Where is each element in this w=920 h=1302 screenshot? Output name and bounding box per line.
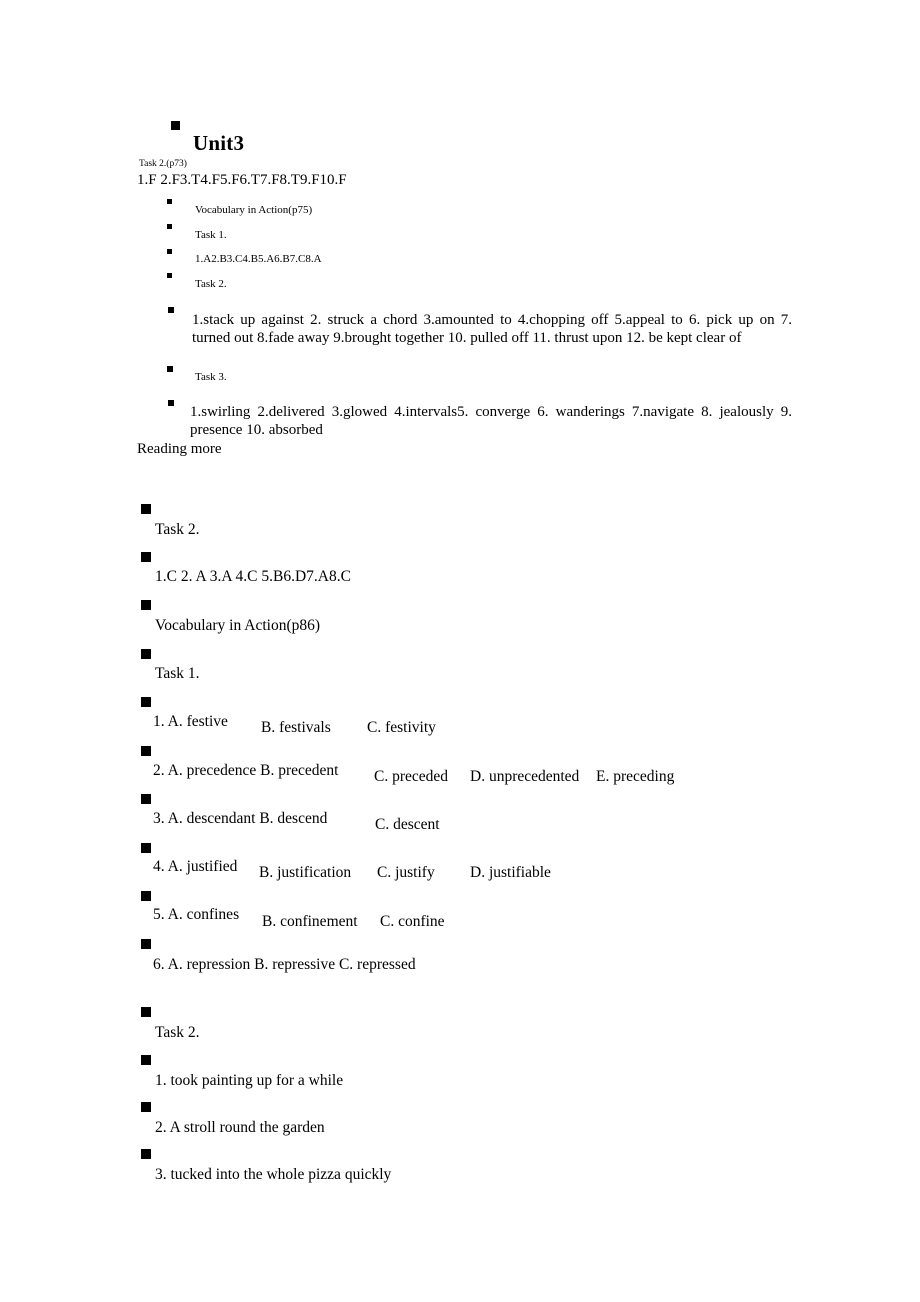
question-4-option-b: B. justification	[259, 864, 352, 881]
reading-task2-label: Task 2.	[155, 521, 200, 538]
task1-p75-label: Task 1.	[195, 229, 227, 241]
question-1-option-c: C. festivity	[367, 719, 436, 736]
question-2-option-c: C. preceded	[374, 768, 449, 785]
question-3-option-c: C. descent	[375, 816, 440, 833]
task3-p75-answers: 1.swirling 2.delivered 3.glowed 4.interv…	[190, 404, 792, 438]
bullet-marker-vocab-task2	[141, 1007, 151, 1017]
bullet-marker-vocab-p86-task1	[141, 649, 151, 659]
bullet-marker-question-2	[141, 746, 151, 756]
question-6-line: 6. A. repression B. repressive C. repres…	[153, 956, 416, 973]
question-1-stem: 1. A. festive	[153, 713, 228, 730]
bullet-marker-task1-p75	[167, 224, 172, 229]
question-4-option-c: C. justify	[377, 864, 435, 881]
vocab-task2-heading: Task 2.	[155, 1024, 200, 1041]
bullet-marker-unit3	[171, 121, 180, 130]
task2-p75-label: Task 2.	[195, 278, 227, 290]
task2-p73-answers: 1.F 2.F3.T4.F5.F6.T7.F8.T9.F10.F	[137, 172, 347, 188]
task2-p73-heading: Task 2.(p73)	[139, 159, 187, 169]
task1-p75-answers: 1.A2.B3.C4.B5.A6.B7.C8.A	[195, 253, 322, 265]
bullet-marker-task3-p75	[167, 366, 173, 372]
bullet-marker-vocab-task2-answer-2	[141, 1102, 151, 1112]
bullet-marker-reading-task2	[141, 504, 151, 514]
bullet-marker-question-6	[141, 939, 151, 949]
vocab-in-action-p86-label: Vocabulary in Action(p86)	[155, 617, 321, 634]
question-2-stem: 2. A. precedence B. precedent	[153, 762, 339, 779]
bullet-marker-question-1	[141, 697, 151, 707]
vocab-task2-answer-2: 2. A stroll round the garden	[155, 1119, 325, 1136]
bullet-marker-question-3	[141, 794, 151, 804]
page-title: Unit3	[193, 131, 245, 155]
bullet-marker-task1-p75-answers	[167, 249, 172, 254]
question-4-option-d: D. justifiable	[470, 864, 551, 881]
bullet-marker-task2-p75-answers	[168, 307, 174, 313]
vocab-p86-task1-label: Task 1.	[155, 665, 200, 682]
question-3-stem: 3. A. descendant B. descend	[153, 810, 328, 827]
question-5-stem: 5. A. confines	[153, 906, 240, 923]
question-5-option-b: B. confinement	[262, 913, 358, 930]
bullet-marker-question-5	[141, 891, 151, 901]
bullet-marker-task2-p75	[167, 273, 172, 278]
bullet-marker-vocab-p75	[167, 199, 172, 204]
question-5-option-c: C. confine	[380, 913, 445, 930]
bullet-marker-reading-task2-answers	[141, 552, 151, 562]
bullet-marker-vocab-task2-answer-3	[141, 1149, 151, 1159]
bullet-marker-vocab-p86	[141, 600, 151, 610]
bullet-marker-task3-p75-answers	[168, 400, 174, 406]
reading-more-heading: Reading more	[137, 441, 222, 457]
question-2-option-d: D. unprecedented	[470, 768, 580, 785]
question-1-option-b: B. festivals	[261, 719, 331, 736]
task3-p75-label: Task 3.	[195, 371, 227, 383]
question-4-stem: 4. A. justified	[153, 858, 238, 875]
vocab-task2-answer-3: 3. tucked into the whole pizza quickly	[155, 1166, 392, 1183]
bullet-marker-vocab-task2-answer-1	[141, 1055, 151, 1065]
question-2-option-e: E. preceding	[596, 768, 675, 785]
vocab-in-action-p75-label: Vocabulary in Action(p75)	[195, 204, 313, 216]
vocab-task2-answer-1: 1. took painting up for a while	[155, 1072, 344, 1089]
task2-p75-answers: 1.stack up against 2. struck a chord 3.a…	[192, 312, 792, 346]
bullet-marker-question-4	[141, 843, 151, 853]
reading-task2-answers: 1.C 2. A 3.A 4.C 5.B6.D7.A8.C	[155, 568, 351, 585]
document-page: Unit3 Task 2.(p73) 1.F 2.F3.T4.F5.F6.T7.…	[0, 0, 920, 1302]
